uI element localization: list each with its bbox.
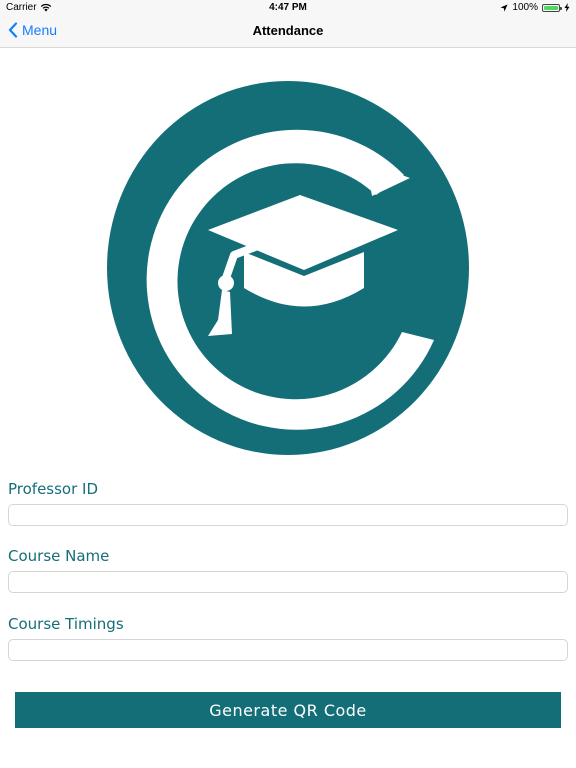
status-time: 4:47 PM [269,2,307,13]
course-timings-label: Course Timings [8,615,124,633]
course-name-input[interactable] [8,571,568,593]
course-name-label: Course Name [8,547,110,565]
status-right: 100% [500,2,570,13]
course-timings-input[interactable] [8,639,568,661]
status-bar: Carrier 4:47 PM 100% [0,0,576,16]
page-title: Attendance [252,23,324,38]
professor-id-input[interactable] [8,504,568,526]
graduation-cap-icon [107,81,469,455]
battery-percent: 100% [512,2,538,13]
battery-icon [542,3,562,12]
professor-id-label: Professor ID [8,480,99,498]
navigation-bar: Menu Attendance [0,16,576,48]
charging-bolt-icon [564,3,570,12]
generate-qr-code-button[interactable]: Generate QR Code [15,692,561,728]
location-arrow-icon [500,4,508,11]
